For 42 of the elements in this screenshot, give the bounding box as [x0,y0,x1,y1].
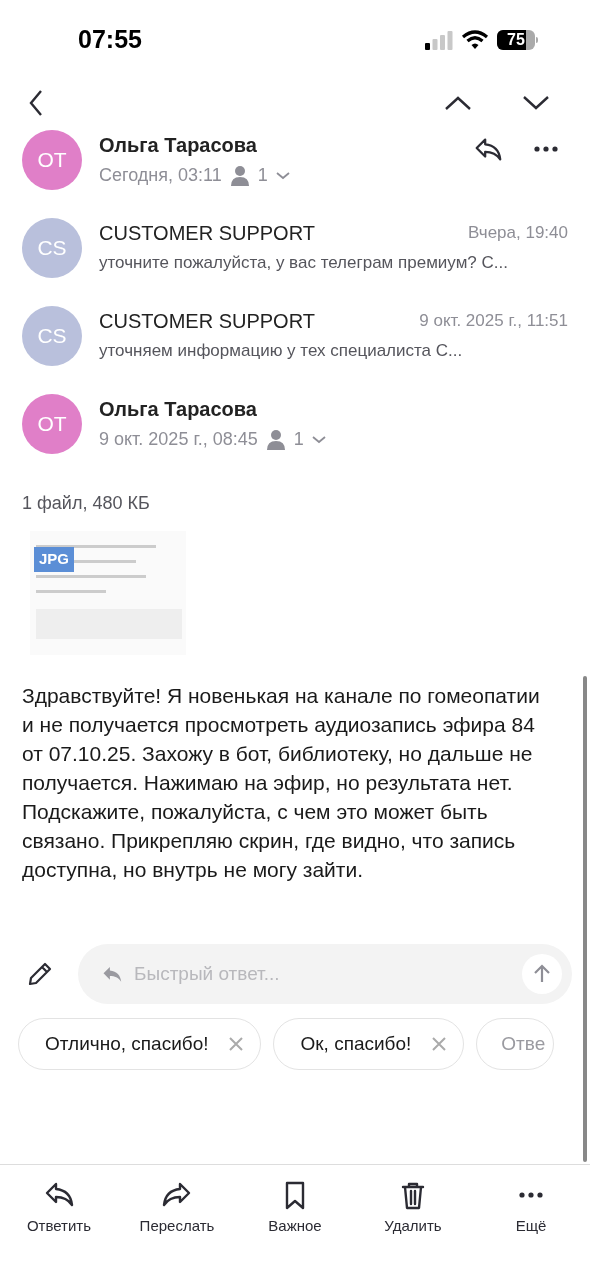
chevron-down-icon[interactable] [522,95,550,111]
toolbar-button[interactable]: Ещё [486,1179,576,1238]
person-icon [229,164,250,187]
quick-reply-field[interactable]: Быстрый ответ... [78,944,572,1004]
avatar: CS [22,218,82,278]
quick-reply-input[interactable]: Быстрый ответ... [134,959,512,989]
pencil-icon[interactable] [26,960,54,988]
toolbar-button[interactable]: Ответить [14,1179,104,1238]
recipient-count: 1 [257,164,268,187]
avatar: CS [22,306,82,366]
toolbar-button[interactable]: Важное [250,1179,340,1238]
attachment-summary: 1 файл, 480 КБ [22,492,151,515]
message-preview: уточните пожалуйста, у вас телеграм премиум? С... [99,252,509,274]
sender-name: CUSTOMER SUPPORT [99,221,315,246]
back-icon[interactable] [28,89,44,117]
message-date: Вчера, 19:40 [468,222,568,245]
more-icon[interactable] [532,145,560,153]
more-icon [518,1191,544,1199]
message-preview: уточняем информацию у тех специалиста С... [99,340,464,362]
person-icon [265,428,286,451]
message-date: 9 окт. 2025 г., 11:51 [419,310,568,333]
arrow-up-icon [533,964,551,984]
avatar: ОТ [22,130,82,190]
recipient-count: 1 [293,428,304,451]
toolbar-button[interactable]: Удалить [368,1179,458,1238]
sender-name: Ольга Тарасова [99,133,258,158]
file-type-badge: JPG [34,547,74,572]
send-button[interactable] [522,954,562,994]
signal-icon [425,30,453,50]
sender-name: Ольга Тарасова [99,397,258,422]
sender-name: CUSTOMER SUPPORT [99,309,315,334]
message-date: 9 окт. 2025 г., 08:45 [99,428,258,451]
message-body: Здравствуйте! Я новенькая на канале по гомеопатии и не получается просмотреть аудиозапись эфира 84 от 07.10.25. Захожу в бот, библиотеку, но дальше не получается. Нажимаю на эфир, но результата нет. Подскажите, пожалуйста, с чем это может быть связано. Прикрепляю скрин, где видно, что запись доступна, но внутрь не могу зайти. [21,683,541,883]
avatar: ОТ [22,394,82,454]
caret-icon[interactable] [311,435,326,444]
status-time: 07:55 [78,24,142,56]
chevron-up-icon[interactable] [444,95,472,111]
caret-icon[interactable] [275,171,290,180]
message-date: Сегодня, 03:11 [99,164,222,187]
toolbar-button[interactable]: Переслать [132,1179,222,1238]
battery-indicator: 75 [497,30,538,50]
wifi-icon [461,30,489,50]
